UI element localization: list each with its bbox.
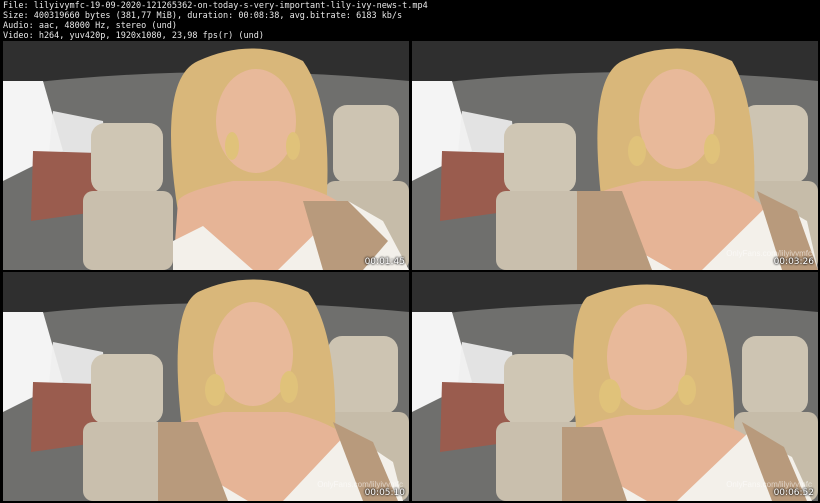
thumbnail-scene bbox=[412, 41, 818, 270]
file-info-header: File: lilyivymfc-19-09-2020-121265362-on… bbox=[0, 0, 820, 41]
video-info-line: Video: h264, yuv420p, 1920x1080, 23,98 f… bbox=[3, 31, 264, 41]
video-thumbnail: OnlyFans.com/lilyivymfc 00:05:10 bbox=[3, 272, 409, 501]
thumbnail-scene bbox=[3, 41, 409, 270]
timestamp-label: 00:06:52 bbox=[773, 488, 814, 498]
audio-info-line: Audio: aac, 48000 Hz, stereo (und) bbox=[3, 21, 177, 31]
timestamp-label: 00:05:10 bbox=[364, 488, 405, 498]
file-name-line: File: lilyivymfc-19-09-2020-121265362-on… bbox=[3, 1, 428, 11]
timestamp-label: 00:03:26 bbox=[773, 257, 814, 267]
video-thumbnail: OnlyFans.com/lilyivymfc 00:03:26 bbox=[412, 41, 818, 270]
file-size-line: Size: 400319660 bytes (381,77 MiB), dura… bbox=[3, 11, 403, 21]
video-thumbnail: 00:01:45 bbox=[3, 41, 409, 270]
thumbnail-scene bbox=[412, 272, 818, 501]
thumbnail-scene bbox=[3, 272, 409, 501]
timestamp-label: 00:01:45 bbox=[364, 257, 405, 267]
video-thumbnail: OnlyFans.com/lilyivymfc 00:06:52 bbox=[412, 272, 818, 501]
